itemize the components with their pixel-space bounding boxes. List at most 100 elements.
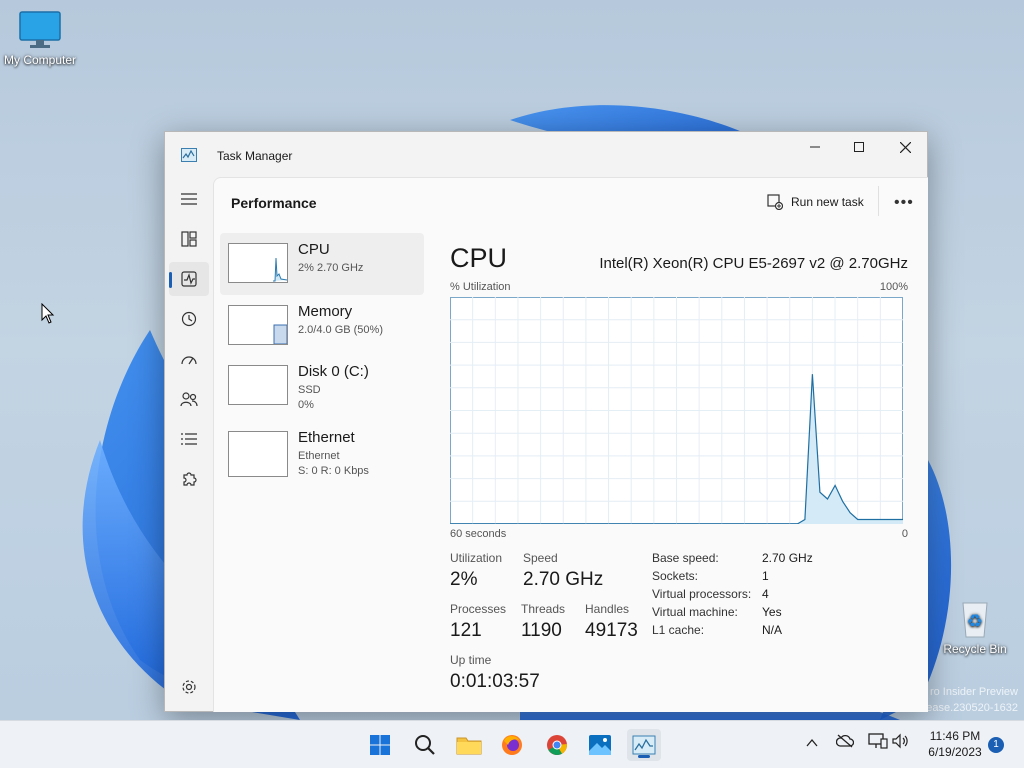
cpu-thumbnail bbox=[228, 243, 288, 283]
taskbar-file-explorer[interactable] bbox=[452, 729, 486, 761]
nav-app-history[interactable] bbox=[169, 302, 209, 336]
minimize-button[interactable] bbox=[792, 132, 838, 162]
list-item-sub: 2% 2.70 GHz bbox=[298, 262, 364, 274]
details-list-icon bbox=[181, 433, 197, 445]
photos-icon bbox=[589, 735, 611, 755]
base-speed-value: 2.70 GHz bbox=[762, 551, 813, 565]
list-item-name: Disk 0 (C:) bbox=[298, 363, 369, 380]
taskbar-photos[interactable] bbox=[583, 729, 617, 761]
firefox-icon bbox=[502, 735, 522, 755]
graph-y-max: 100% bbox=[879, 281, 908, 293]
nav-users[interactable] bbox=[169, 382, 209, 416]
list-item-cpu[interactable]: CPU 2% 2.70 GHz bbox=[220, 233, 424, 295]
clock-time: 11:46 PM bbox=[929, 729, 981, 743]
gear-icon bbox=[182, 680, 196, 694]
services-puzzle-icon bbox=[183, 472, 197, 486]
task-manager-window: Task Manager Performance Run new task ••… bbox=[164, 131, 928, 712]
search-icon bbox=[415, 735, 435, 755]
processes-value: 121 bbox=[450, 620, 482, 641]
virtual-processors-key: Virtual processors: bbox=[652, 587, 752, 601]
graph-x-min: 0 bbox=[901, 528, 908, 540]
start-button[interactable] bbox=[363, 729, 397, 761]
taskbar: 11:46 PM 6/19/2023 1 bbox=[0, 720, 1024, 768]
run-new-task-label: Run new task bbox=[791, 195, 864, 209]
list-item-sub: 2.0/4.0 GB (50%) bbox=[298, 324, 383, 336]
close-button[interactable] bbox=[882, 132, 928, 162]
cpu-detail-pane: CPU Intel(R) Xeon(R) CPU E5-2697 v2 @ 2.… bbox=[450, 233, 920, 703]
base-speed-key: Base speed: bbox=[652, 551, 719, 565]
network-tray-button[interactable] bbox=[868, 733, 888, 754]
nav-active-indicator bbox=[169, 272, 172, 288]
desktop-icon-label: My Computer bbox=[3, 53, 77, 67]
nav-performance[interactable] bbox=[169, 262, 209, 296]
threads-value: 1190 bbox=[521, 620, 562, 641]
nav-processes[interactable] bbox=[169, 222, 209, 256]
nav-startup-apps[interactable] bbox=[169, 342, 209, 376]
list-item-memory[interactable]: Memory 2.0/4.0 GB (50%) bbox=[220, 295, 424, 357]
minimize-icon bbox=[810, 146, 820, 148]
virtual-processors-value: 4 bbox=[762, 587, 769, 601]
speedometer-icon bbox=[181, 356, 197, 365]
show-hidden-icons-button[interactable] bbox=[806, 735, 818, 753]
taskbar-firefox[interactable] bbox=[495, 729, 529, 761]
cloud-off-icon bbox=[835, 734, 855, 748]
title-bar[interactable]: Task Manager bbox=[165, 132, 927, 172]
uptime-value: 0:01:03:57 bbox=[450, 671, 540, 692]
utilization-value: 2% bbox=[450, 569, 478, 590]
page-title: Performance bbox=[231, 195, 317, 211]
clock-date: 6/19/2023 bbox=[928, 745, 982, 759]
utilization-label: Utilization bbox=[450, 551, 503, 565]
run-task-icon bbox=[767, 194, 783, 210]
performance-icon bbox=[181, 271, 197, 287]
close-icon bbox=[899, 141, 911, 153]
volume-tray-button[interactable] bbox=[892, 733, 910, 754]
watermark-line2: ease.230520-1632 bbox=[926, 702, 1018, 714]
l1-cache-value: N/A bbox=[762, 623, 783, 637]
mouse-cursor-icon bbox=[41, 303, 55, 324]
list-item-sub: SSD bbox=[298, 384, 321, 396]
memory-thumbnail bbox=[228, 305, 288, 345]
desktop-icon-my-computer[interactable]: My Computer bbox=[2, 10, 78, 67]
taskbar-chrome[interactable] bbox=[540, 729, 574, 761]
performance-page: Performance Run new task ••• CPU 2% 2.70… bbox=[213, 177, 928, 712]
graph-y-label: % Utilization bbox=[450, 281, 511, 293]
hamburger-menu-button[interactable] bbox=[169, 182, 209, 216]
uptime-label: Up time bbox=[450, 653, 492, 667]
sockets-value: 1 bbox=[762, 569, 769, 583]
taskbar-task-manager[interactable] bbox=[627, 729, 661, 761]
sockets-key: Sockets: bbox=[652, 569, 699, 583]
onedrive-tray-button[interactable] bbox=[835, 734, 855, 753]
list-item-name: CPU bbox=[298, 241, 330, 258]
monitor-icon bbox=[19, 11, 61, 48]
nav-settings[interactable] bbox=[169, 670, 209, 704]
list-item-ethernet[interactable]: Ethernet Ethernet S: 0 R: 0 Kbps bbox=[220, 421, 424, 483]
maximize-button[interactable] bbox=[836, 132, 882, 162]
navigation-rail bbox=[165, 172, 213, 712]
graph-x-label: 60 seconds bbox=[450, 528, 507, 540]
notification-badge[interactable]: 1 bbox=[988, 737, 1004, 753]
folder-icon bbox=[456, 737, 482, 755]
nav-services[interactable] bbox=[169, 462, 209, 496]
nav-details[interactable] bbox=[169, 422, 209, 456]
clock-button[interactable]: 11:46 PM 6/19/2023 bbox=[920, 728, 990, 760]
search-button[interactable] bbox=[408, 729, 442, 761]
ethernet-thumbnail bbox=[228, 431, 288, 477]
list-item-name: Memory bbox=[298, 303, 353, 320]
handles-label: Handles bbox=[585, 602, 630, 616]
speaker-icon bbox=[892, 733, 908, 749]
run-new-task-button[interactable]: Run new task bbox=[767, 194, 864, 210]
list-item-sub2: S: 0 R: 0 Kbps bbox=[298, 465, 369, 477]
windows-start-icon bbox=[370, 735, 390, 755]
svg-text:♻: ♻ bbox=[967, 611, 983, 632]
chrome-icon bbox=[547, 735, 567, 756]
cpu-utilization-graph bbox=[450, 297, 903, 524]
toolbar-separator bbox=[878, 186, 879, 216]
desktop-icon-recycle-bin[interactable]: ♻ Recycle Bin bbox=[940, 595, 1010, 656]
list-item-disk[interactable]: Disk 0 (C:) SSD 0% bbox=[220, 357, 424, 419]
cpu-model: Intel(R) Xeon(R) CPU E5-2697 v2 @ 2.70GH… bbox=[599, 255, 908, 272]
list-item-sub2: 0% bbox=[298, 399, 314, 411]
more-options-button[interactable]: ••• bbox=[894, 194, 914, 212]
desktop-icon-label: Recycle Bin bbox=[943, 642, 1007, 656]
recycle-bin-icon: ♻ bbox=[962, 602, 988, 638]
history-icon bbox=[181, 311, 197, 327]
